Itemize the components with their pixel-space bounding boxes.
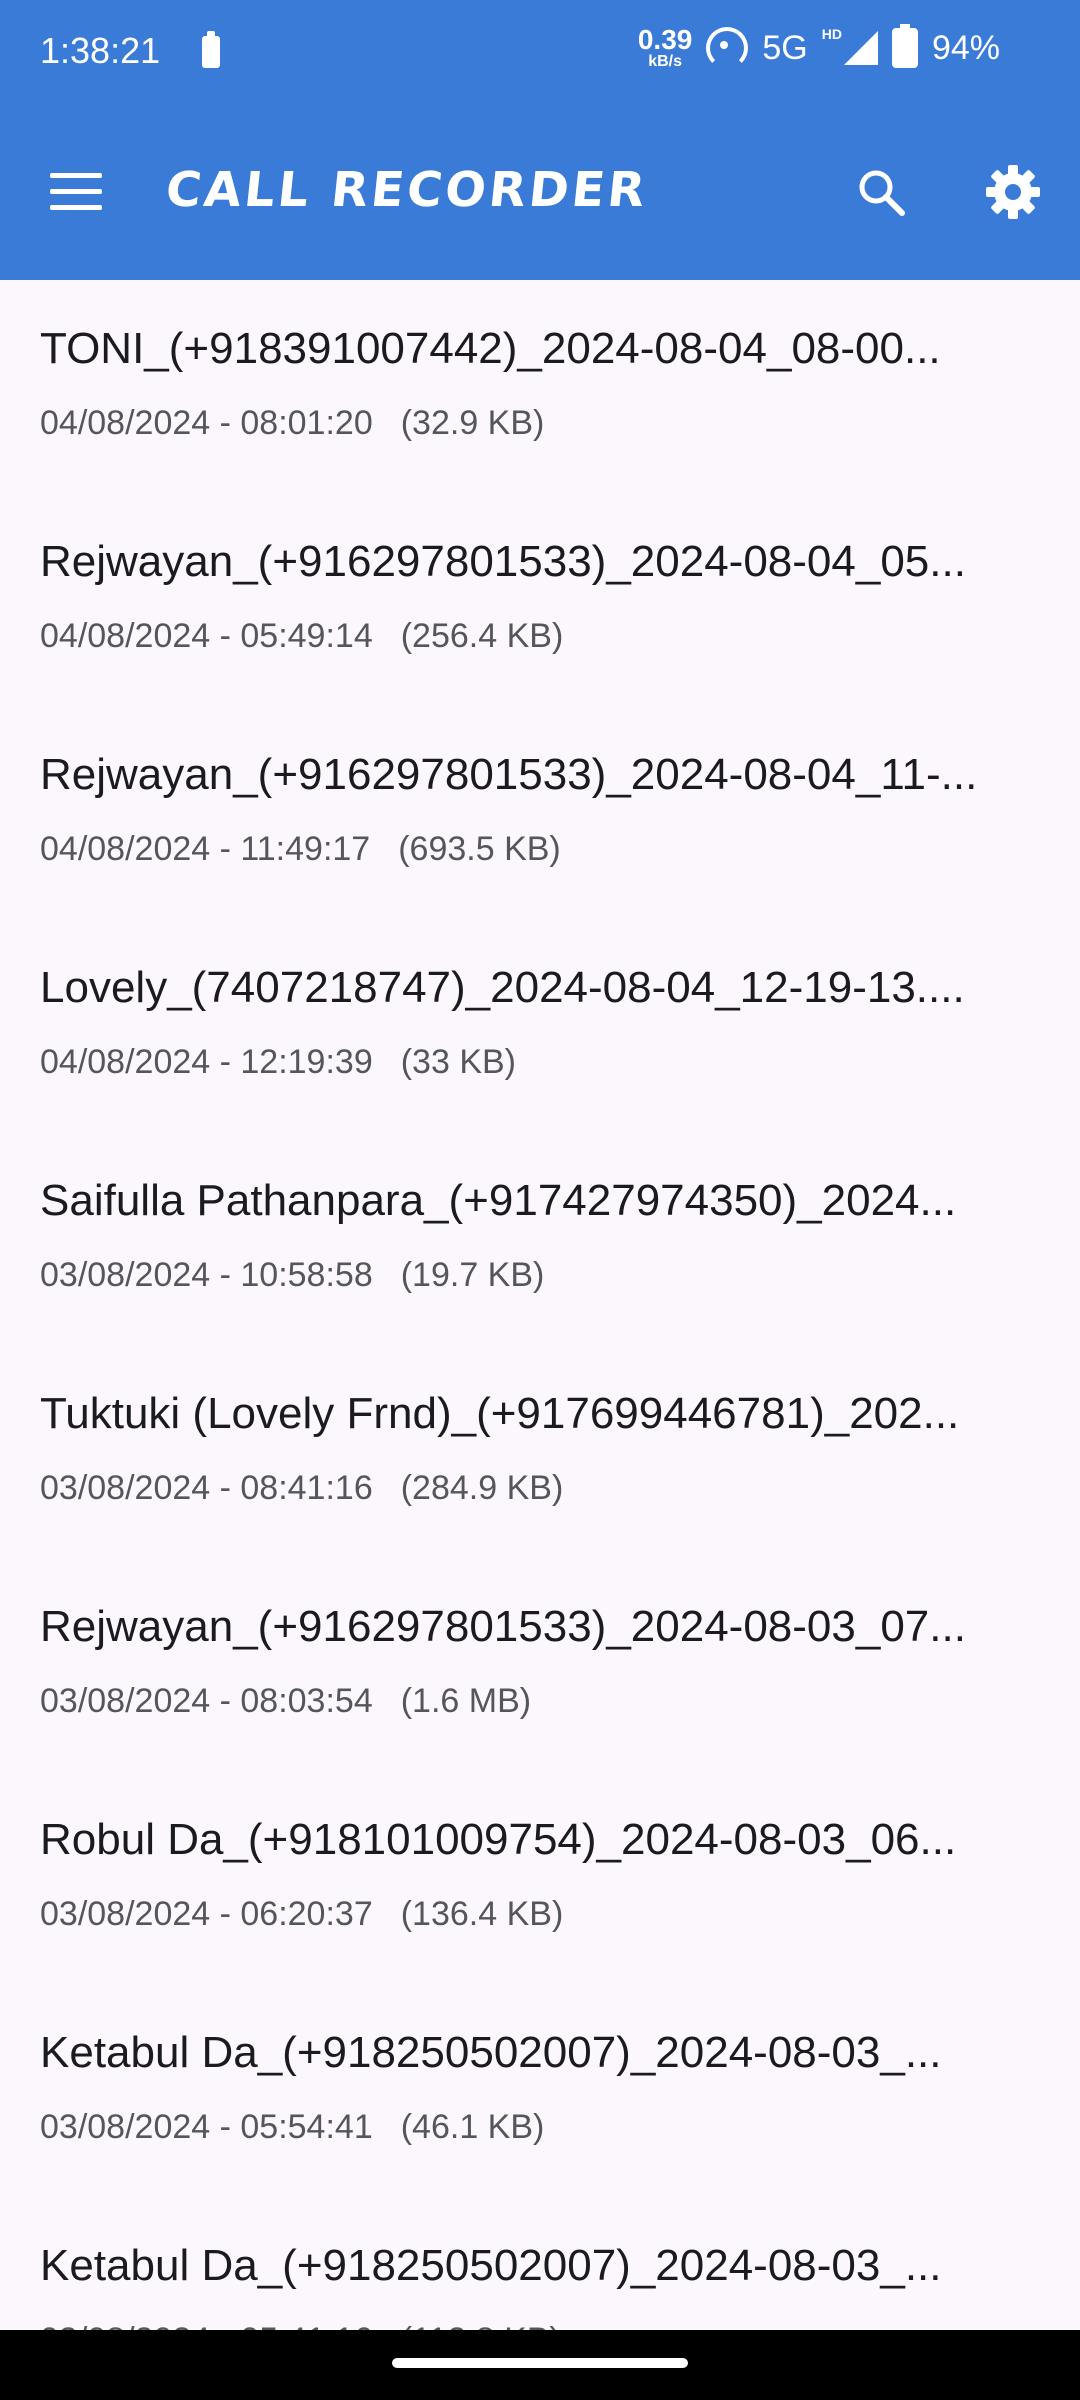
- recording-meta: 03/08/2024 - 06:20:37 (136.4 KB): [40, 1895, 563, 1934]
- hd-voice-indicator: HD: [821, 26, 842, 42]
- recording-item[interactable]: Ketabul Da_(+918250502007)_2024-08-03_..…: [0, 1984, 1080, 2197]
- status-indicators: 0.39 kB/s 5G HD 94%: [638, 24, 1000, 70]
- hamburger-menu-icon[interactable]: [50, 173, 102, 210]
- recording-item[interactable]: Lovely_(7407218747)_2024-08-04_12-19-13.…: [0, 919, 1080, 1132]
- status-bar: 1:38:21 0.39 kB/s 5G HD 94%: [0, 0, 1080, 100]
- recording-title: TONI_(+918391007442)_2024-08-04_08-00...: [40, 324, 941, 373]
- network-speed-unit: kB/s: [648, 53, 682, 70]
- recording-title: Lovely_(7407218747)_2024-08-04_12-19-13.…: [40, 963, 965, 1012]
- hotspot-icon: [706, 27, 749, 69]
- recording-meta: 03/08/2024 - 08:03:54 (1.6 MB): [40, 1682, 531, 1721]
- recording-meta: 03/08/2024 - 05:41:16 (112.8 KB): [40, 2321, 561, 2330]
- recording-size: (284.9 KB): [400, 1469, 564, 1507]
- recording-item[interactable]: Ketabul Da_(+918250502007)_2024-08-03_..…: [0, 2197, 1080, 2330]
- recording-meta: 04/08/2024 - 12:19:39 (33 KB): [40, 1043, 516, 1082]
- battery-saver-icon: [202, 31, 220, 68]
- recording-date: 03/08/2024 - 05:54:41: [40, 2108, 373, 2146]
- recordings-list[interactable]: TONI_(+918391007442)_2024-08-04_08-00...…: [0, 280, 1080, 2330]
- battery-percentage: 94%: [931, 28, 1000, 67]
- recording-title: Rejwayan_(+916297801533)_2024-08-03_07..…: [40, 1602, 966, 1651]
- recording-title: Rejwayan_(+916297801533)_2024-08-04_11-.…: [40, 750, 978, 799]
- recording-meta: 03/08/2024 - 05:54:41 (46.1 KB): [40, 2108, 544, 2147]
- recording-date: 04/08/2024 - 05:49:14: [40, 617, 373, 655]
- recording-size: (32.9 KB): [400, 404, 545, 442]
- recording-item[interactable]: Rejwayan_(+916297801533)_2024-08-04_11-.…: [0, 706, 1080, 919]
- status-time: 1:38:21: [40, 30, 161, 71]
- recording-date: 04/08/2024 - 12:19:39: [40, 1043, 373, 1081]
- recording-meta: 04/08/2024 - 05:49:14 (256.4 KB): [40, 617, 563, 656]
- recording-title: Robul Da_(+918101009754)_2024-08-03_06..…: [40, 1815, 957, 1864]
- recording-size: (19.7 KB): [400, 1256, 545, 1294]
- recording-title: Rejwayan_(+916297801533)_2024-08-04_05..…: [40, 537, 966, 586]
- home-gesture-handle[interactable]: [392, 2358, 688, 2368]
- recording-date: 03/08/2024 - 10:58:58: [40, 1256, 373, 1294]
- search-icon[interactable]: [856, 167, 906, 217]
- recording-size: (256.4 KB): [400, 617, 564, 655]
- recording-title: Tuktuki (Lovely Frnd)_(+917699446781)_20…: [40, 1389, 960, 1438]
- gear-icon[interactable]: [984, 163, 1042, 221]
- network-type: 5G: [762, 28, 808, 67]
- recording-item[interactable]: Rejwayan_(+916297801533)_2024-08-04_05..…: [0, 493, 1080, 706]
- recording-item[interactable]: Robul Da_(+918101009754)_2024-08-03_06..…: [0, 1771, 1080, 1984]
- recording-title: Ketabul Da_(+918250502007)_2024-08-03_..…: [40, 2028, 942, 2077]
- recording-meta: 04/08/2024 - 08:01:20 (32.9 KB): [40, 404, 544, 443]
- recording-date: 04/08/2024 - 11:49:17: [40, 830, 371, 868]
- recording-title: Ketabul Da_(+918250502007)_2024-08-03_..…: [40, 2241, 942, 2290]
- app-title: CALL RECORDER: [163, 162, 651, 218]
- recording-size: (46.1 KB): [400, 2108, 545, 2146]
- navigation-bar: [0, 2330, 1080, 2400]
- recording-date: 04/08/2024 - 08:01:20: [40, 404, 373, 442]
- recording-date: 03/08/2024 - 05:41:16: [40, 2321, 373, 2330]
- recording-size: (112.8 KB): [401, 2321, 561, 2330]
- recording-title: Saifulla Pathanpara_(+917427974350)_2024…: [40, 1176, 957, 1225]
- recording-size: (33 KB): [400, 1043, 516, 1081]
- app-bar: CALL RECORDER: [0, 100, 1080, 280]
- recording-size: (1.6 MB): [400, 1682, 532, 1720]
- network-speed-value: 0.39: [637, 24, 693, 55]
- recording-item[interactable]: Saifulla Pathanpara_(+917427974350)_2024…: [0, 1132, 1080, 1345]
- recording-date: 03/08/2024 - 08:03:54: [40, 1682, 373, 1720]
- recording-item[interactable]: Tuktuki (Lovely Frnd)_(+917699446781)_20…: [0, 1345, 1080, 1558]
- recording-item[interactable]: TONI_(+918391007442)_2024-08-04_08-00...…: [0, 280, 1080, 493]
- recording-size: (693.5 KB): [398, 830, 561, 868]
- recording-meta: 03/08/2024 - 08:41:16 (284.9 KB): [40, 1469, 563, 1508]
- recording-date: 03/08/2024 - 06:20:37: [40, 1895, 373, 1933]
- recording-meta: 03/08/2024 - 10:58:58 (19.7 KB): [40, 1256, 544, 1295]
- battery-icon: [891, 24, 918, 68]
- recording-date: 03/08/2024 - 08:41:16: [40, 1469, 373, 1507]
- signal-strength-icon: [843, 31, 878, 65]
- network-speed: 0.39 kB/s: [638, 26, 693, 70]
- recording-item[interactable]: Rejwayan_(+916297801533)_2024-08-03_07..…: [0, 1558, 1080, 1771]
- recording-size: (136.4 KB): [400, 1895, 564, 1933]
- recording-meta: 04/08/2024 - 11:49:17 (693.5 KB): [40, 830, 561, 869]
